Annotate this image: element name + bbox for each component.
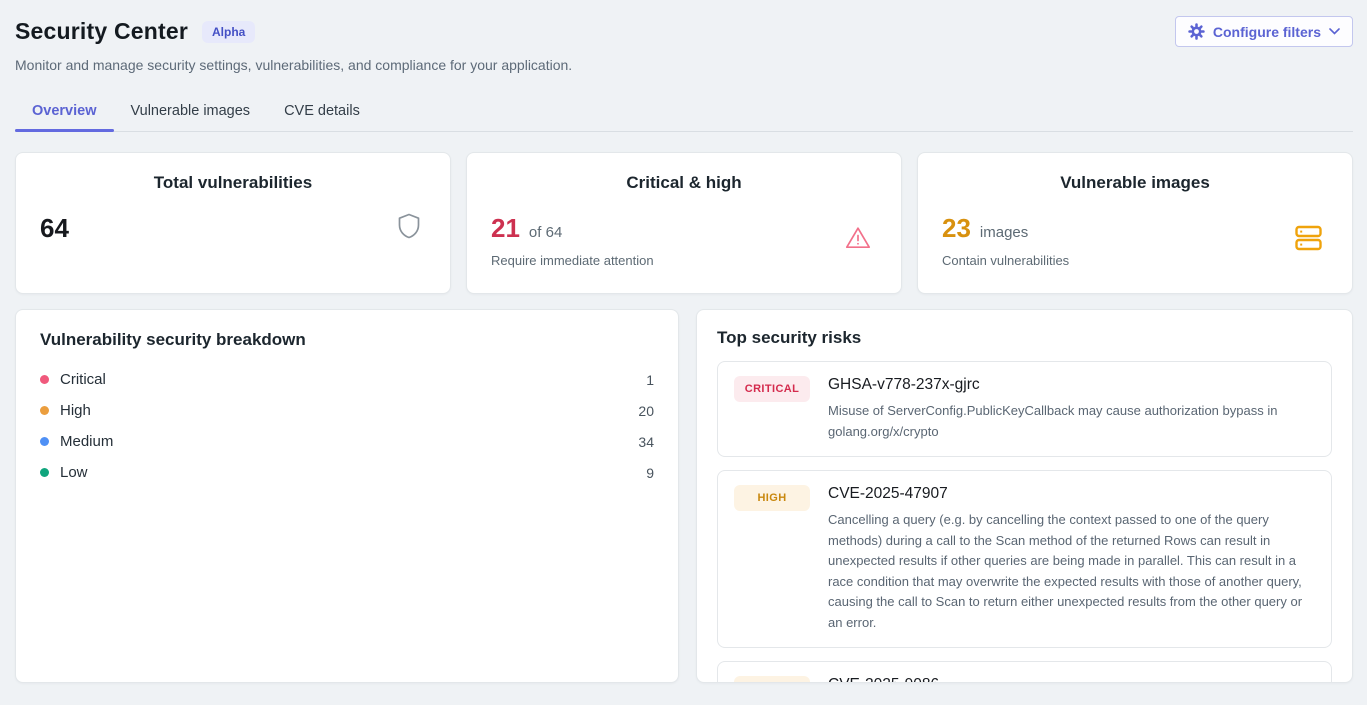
page-header: Security Center Alpha Configure filters [15, 16, 1353, 47]
critical-high-suffix: of 64 [529, 224, 562, 241]
risk-card-ghsa-v778-237x-gjrc[interactable]: CRITICAL GHSA-v778-237x-gjrc Misuse of S… [717, 361, 1332, 457]
risk-id: CVE-2025-9086 [828, 676, 1315, 683]
configure-filters-label: Configure filters [1213, 24, 1321, 40]
security-center-page: Security Center Alpha Configure filters … [0, 0, 1367, 683]
breakdown-value: 20 [638, 403, 654, 419]
breakdown-row-low: Low 9 [40, 457, 654, 488]
tab-bar: Overview Vulnerable images CVE details [15, 93, 1353, 132]
stat-card-title: Vulnerable images [942, 173, 1328, 193]
risk-card-cve-2025-47907[interactable]: HIGH CVE-2025-47907 Cancelling a query (… [717, 470, 1332, 648]
top-risks-title: Top security risks [717, 328, 1332, 348]
breakdown-value: 1 [646, 372, 654, 388]
tab-cve-details[interactable]: CVE details [267, 93, 377, 131]
breakdown-label: High [60, 402, 91, 419]
critical-high-caption: Require immediate attention [491, 253, 654, 268]
stat-cards-row: Total vulnerabilities 64 Critical & high [15, 152, 1353, 294]
risk-description: Misuse of ServerConfig.PublicKeyCallback… [828, 401, 1315, 442]
vulnerable-images-suffix: images [980, 224, 1028, 241]
breakdown-row-high: High 20 [40, 395, 654, 426]
configure-filters-button[interactable]: Configure filters [1175, 16, 1353, 47]
breakdown-row-medium: Medium 34 [40, 426, 654, 457]
image-stack-icon [1295, 225, 1322, 256]
breakdown-title: Vulnerability security breakdown [40, 330, 654, 350]
top-security-risks-panel: Top security risks CRITICAL GHSA-v778-23… [696, 309, 1353, 683]
alpha-badge: Alpha [202, 21, 255, 43]
low-dot-icon [40, 468, 49, 477]
breakdown-row-critical: Critical 1 [40, 364, 654, 395]
breakdown-value: 9 [646, 465, 654, 481]
stat-card-title: Total vulnerabilities [40, 173, 426, 193]
stat-card-critical-high: Critical & high 21 of 64 Require immedia… [466, 152, 902, 294]
vulnerable-images-value: 23 [942, 213, 971, 244]
page-title: Security Center [15, 18, 188, 45]
breakdown-label: Low [60, 464, 88, 481]
risk-card-cve-2025-9086[interactable]: HIGH CVE-2025-9086 [717, 661, 1332, 683]
risk-id: CVE-2025-47907 [828, 485, 1315, 503]
gear-icon [1188, 23, 1205, 40]
stat-card-title: Critical & high [491, 173, 877, 193]
breakdown-list: Critical 1 High 20 Medium 34 Low 9 [40, 364, 654, 488]
vulnerability-breakdown-panel: Vulnerability security breakdown Critica… [15, 309, 679, 683]
severity-badge: HIGH [734, 676, 810, 683]
chevron-down-icon [1329, 28, 1340, 35]
stat-card-total-vulnerabilities: Total vulnerabilities 64 [15, 152, 451, 294]
severity-badge: HIGH [734, 485, 810, 511]
total-vulnerabilities-value: 64 [40, 213, 69, 244]
critical-high-value: 21 [491, 213, 520, 244]
page-subtitle: Monitor and manage security settings, vu… [15, 57, 1353, 73]
breakdown-label: Critical [60, 371, 106, 388]
lower-panels-row: Vulnerability security breakdown Critica… [15, 309, 1353, 683]
high-dot-icon [40, 406, 49, 415]
stat-card-vulnerable-images: Vulnerable images 23 images Contain vuln… [917, 152, 1353, 294]
warning-triangle-icon [845, 226, 871, 255]
breakdown-label: Medium [60, 433, 113, 450]
critical-dot-icon [40, 375, 49, 384]
tab-overview[interactable]: Overview [15, 93, 114, 131]
risk-description: Cancelling a query (e.g. by cancelling t… [828, 510, 1315, 633]
breakdown-value: 34 [638, 434, 654, 450]
tab-vulnerable-images[interactable]: Vulnerable images [114, 93, 268, 131]
medium-dot-icon [40, 437, 49, 446]
risk-id: GHSA-v778-237x-gjrc [828, 376, 1315, 394]
severity-badge: CRITICAL [734, 376, 810, 402]
shield-icon [398, 213, 420, 244]
vulnerable-images-caption: Contain vulnerabilities [942, 253, 1069, 268]
